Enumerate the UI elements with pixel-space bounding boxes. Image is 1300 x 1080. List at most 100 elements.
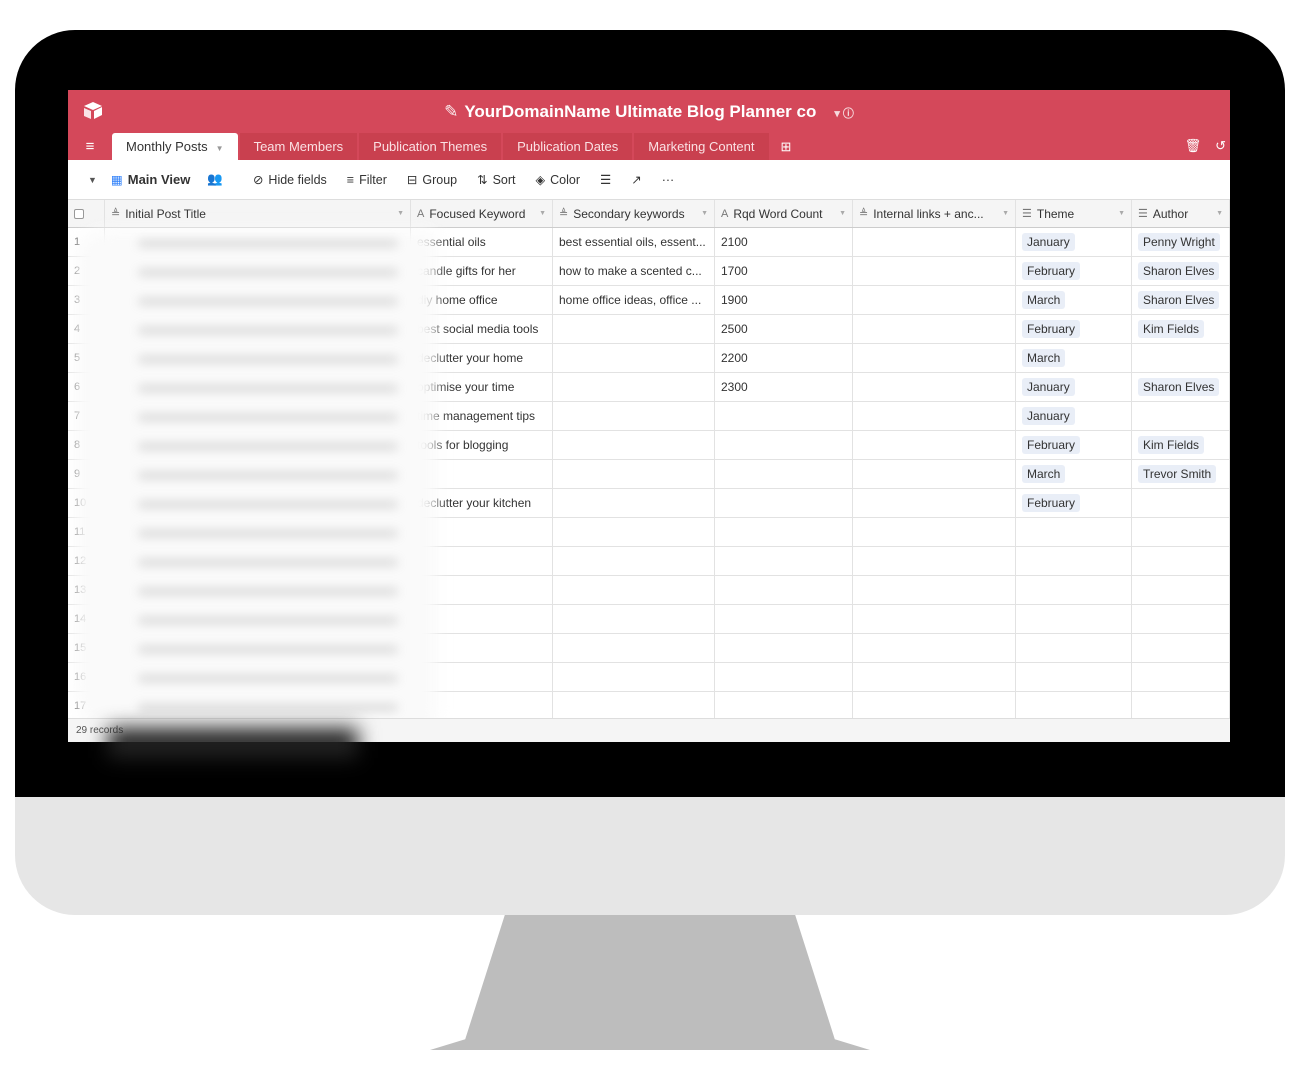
cell-author[interactable] bbox=[1132, 547, 1230, 575]
cell-internal-links[interactable] bbox=[853, 634, 1016, 662]
cell-internal-links[interactable] bbox=[853, 257, 1016, 285]
cell-author[interactable]: Sharon Elves bbox=[1132, 257, 1230, 285]
cell-word-count[interactable] bbox=[715, 576, 853, 604]
cell-author[interactable] bbox=[1132, 518, 1230, 546]
cell-internal-links[interactable] bbox=[853, 460, 1016, 488]
cell-word-count[interactable] bbox=[715, 402, 853, 430]
cell-secondary-keywords[interactable] bbox=[553, 605, 715, 633]
cell-secondary-keywords[interactable] bbox=[553, 344, 715, 372]
cell-author[interactable] bbox=[1132, 634, 1230, 662]
cell-word-count[interactable] bbox=[715, 692, 853, 720]
cell-internal-links[interactable] bbox=[853, 286, 1016, 314]
hide-fields-button[interactable]: ⊘ Hide fields bbox=[253, 172, 327, 188]
cell-secondary-keywords[interactable] bbox=[553, 315, 715, 343]
column-header[interactable]: ≜ Secondary keywords ▼ bbox=[553, 200, 715, 227]
tab-marketing-content[interactable]: Marketing Content bbox=[634, 133, 769, 160]
view-switcher[interactable]: ▦ Main View 👥 bbox=[111, 172, 223, 187]
cell-theme[interactable] bbox=[1016, 518, 1132, 546]
cell-word-count[interactable] bbox=[715, 605, 853, 633]
cell-internal-links[interactable] bbox=[853, 373, 1016, 401]
cell-theme[interactable]: January bbox=[1016, 402, 1132, 430]
column-header[interactable]: ☰ Theme ▼ bbox=[1016, 200, 1132, 227]
cell-author[interactable] bbox=[1132, 402, 1230, 430]
cell-theme[interactable]: February bbox=[1016, 431, 1132, 459]
cell-theme[interactable]: January bbox=[1016, 373, 1132, 401]
chevron-down-icon[interactable]: ▼ bbox=[1118, 210, 1125, 217]
info-icon[interactable]: ▾ ⓘ bbox=[834, 108, 854, 120]
cell-word-count[interactable] bbox=[715, 518, 853, 546]
cell-theme[interactable] bbox=[1016, 547, 1132, 575]
cell-internal-links[interactable] bbox=[853, 228, 1016, 256]
chevron-down-icon[interactable]: ▼ bbox=[701, 210, 708, 217]
cell-theme[interactable] bbox=[1016, 605, 1132, 633]
cell-internal-links[interactable] bbox=[853, 344, 1016, 372]
tab-monthly-posts[interactable]: Monthly Posts ▼ bbox=[112, 133, 238, 160]
cell-word-count[interactable] bbox=[715, 663, 853, 691]
cell-author[interactable] bbox=[1132, 605, 1230, 633]
cell-word-count[interactable]: 1900 bbox=[715, 286, 853, 314]
cell-secondary-keywords[interactable] bbox=[553, 576, 715, 604]
cell-internal-links[interactable] bbox=[853, 402, 1016, 430]
filter-button[interactable]: ≡ Filter bbox=[347, 173, 387, 187]
cell-word-count[interactable]: 2100 bbox=[715, 228, 853, 256]
cell-secondary-keywords[interactable] bbox=[553, 692, 715, 720]
cell-internal-links[interactable] bbox=[853, 518, 1016, 546]
cell-theme[interactable] bbox=[1016, 576, 1132, 604]
cell-secondary-keywords[interactable] bbox=[553, 431, 715, 459]
cell-author[interactable] bbox=[1132, 344, 1230, 372]
column-header[interactable]: ≜ Internal links + anc... ▼ bbox=[853, 200, 1016, 227]
cell-author[interactable]: Penny Wright bbox=[1132, 228, 1230, 256]
cell-author[interactable]: Sharon Elves bbox=[1132, 286, 1230, 314]
add-table-icon[interactable]: ⊞ bbox=[781, 133, 792, 160]
sort-button[interactable]: ⇅ Sort bbox=[477, 172, 515, 188]
cell-secondary-keywords[interactable] bbox=[553, 373, 715, 401]
cell-secondary-keywords[interactable]: how to make a scented c... bbox=[553, 257, 715, 285]
cell-internal-links[interactable] bbox=[853, 576, 1016, 604]
cell-theme[interactable]: February bbox=[1016, 489, 1132, 517]
column-header[interactable]: A Rqd Word Count ▼ bbox=[715, 200, 853, 227]
chevron-down-icon[interactable]: ▼ bbox=[397, 210, 404, 217]
cell-author[interactable]: Kim Fields bbox=[1132, 315, 1230, 343]
cell-author[interactable]: Trevor Smith bbox=[1132, 460, 1230, 488]
trash-icon[interactable]: 🗑 bbox=[1185, 138, 1202, 154]
cell-internal-links[interactable] bbox=[853, 605, 1016, 633]
cell-word-count[interactable] bbox=[715, 547, 853, 575]
cell-theme[interactable] bbox=[1016, 692, 1132, 720]
cell-word-count[interactable]: 2500 bbox=[715, 315, 853, 343]
tab-publication-themes[interactable]: Publication Themes bbox=[359, 133, 502, 160]
cell-internal-links[interactable] bbox=[853, 663, 1016, 691]
cell-word-count[interactable]: 1700 bbox=[715, 257, 853, 285]
base-title[interactable]: ✎ YourDomainName Ultimate Blog Planner co… bbox=[68, 102, 1230, 122]
cell-secondary-keywords[interactable] bbox=[553, 634, 715, 662]
row-height-icon[interactable]: ☰ bbox=[600, 172, 611, 187]
cell-word-count[interactable] bbox=[715, 634, 853, 662]
menu-icon[interactable]: ≡ bbox=[68, 133, 112, 160]
chevron-down-icon[interactable]: ▼ bbox=[1002, 210, 1009, 217]
cell-word-count[interactable] bbox=[715, 489, 853, 517]
cell-author[interactable] bbox=[1132, 663, 1230, 691]
cell-internal-links[interactable] bbox=[853, 692, 1016, 720]
cell-secondary-keywords[interactable]: best essential oils, essent... bbox=[553, 228, 715, 256]
tab-team-members[interactable]: Team Members bbox=[239, 133, 358, 160]
cell-word-count[interactable]: 2200 bbox=[715, 344, 853, 372]
cell-theme[interactable]: February bbox=[1016, 257, 1132, 285]
cell-theme[interactable] bbox=[1016, 663, 1132, 691]
cell-word-count[interactable]: 2300 bbox=[715, 373, 853, 401]
cell-author[interactable]: Kim Fields bbox=[1132, 431, 1230, 459]
history-icon[interactable]: ↺ bbox=[1215, 138, 1226, 154]
cell-secondary-keywords[interactable]: home office ideas, office ... bbox=[553, 286, 715, 314]
cell-author[interactable]: Sharon Elves bbox=[1132, 373, 1230, 401]
cell-theme[interactable]: March bbox=[1016, 286, 1132, 314]
cell-internal-links[interactable] bbox=[853, 547, 1016, 575]
share-view-icon[interactable]: ↗ bbox=[631, 172, 641, 187]
cell-secondary-keywords[interactable] bbox=[553, 547, 715, 575]
cell-internal-links[interactable] bbox=[853, 489, 1016, 517]
more-button[interactable]: ··· bbox=[662, 173, 675, 187]
cell-author[interactable] bbox=[1132, 576, 1230, 604]
chevron-down-icon[interactable]: ▼ bbox=[1216, 210, 1223, 217]
column-header[interactable]: A Focused Keyword ▼ bbox=[411, 200, 553, 227]
cell-internal-links[interactable] bbox=[853, 315, 1016, 343]
cell-theme[interactable]: January bbox=[1016, 228, 1132, 256]
cell-theme[interactable]: March bbox=[1016, 344, 1132, 372]
cell-secondary-keywords[interactable] bbox=[553, 402, 715, 430]
